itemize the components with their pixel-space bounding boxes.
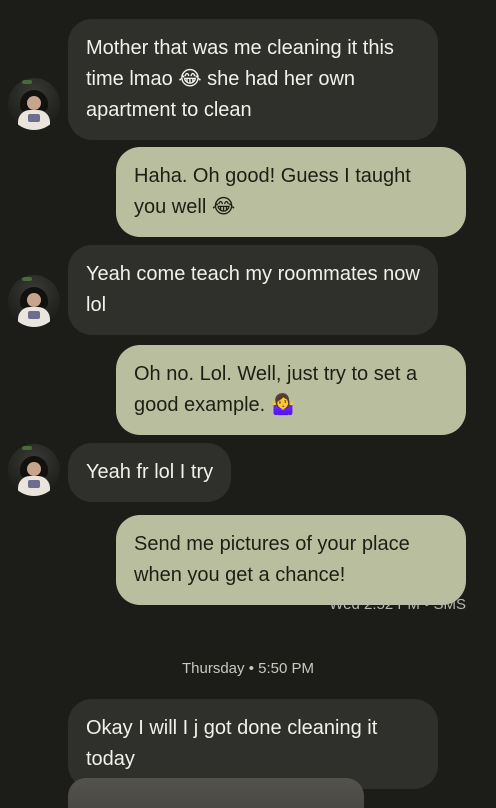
avatar-detail	[22, 277, 32, 281]
message-bubble-incoming[interactable]: Mother that was me cleaning it this time…	[68, 19, 438, 140]
image-attachment[interactable]	[68, 778, 364, 808]
avatar-face	[27, 293, 41, 307]
message-bubble-incoming[interactable]: Yeah come teach my roommates now lol	[68, 245, 438, 335]
avatar-shirt-graphic	[28, 311, 40, 319]
avatar-face	[27, 96, 41, 110]
message-bubble-outgoing[interactable]: Haha. Oh good! Guess I taught you well 😂	[116, 147, 466, 237]
avatar-detail	[22, 446, 32, 450]
contact-avatar[interactable]	[8, 78, 60, 130]
contact-avatar[interactable]	[8, 275, 60, 327]
date-divider: Thursday • 5:50 PM	[182, 660, 314, 677]
avatar-face	[27, 462, 41, 476]
message-status: Wed 2:52 PM • SMS	[329, 596, 466, 613]
avatar-shirt-graphic	[28, 480, 40, 488]
message-bubble-incoming[interactable]: Yeah fr lol I try	[68, 443, 232, 502]
message-bubble-incoming[interactable]: Okay I will I j got done cleaning it tod…	[68, 699, 438, 789]
message-bubble-outgoing[interactable]: Oh no. Lol. Well, just try to set a good…	[116, 345, 466, 435]
avatar-shirt-graphic	[28, 114, 40, 122]
message-bubble-outgoing[interactable]: Send me pictures of your place when you …	[116, 515, 466, 605]
contact-avatar[interactable]	[8, 444, 60, 496]
avatar-detail	[22, 80, 32, 84]
